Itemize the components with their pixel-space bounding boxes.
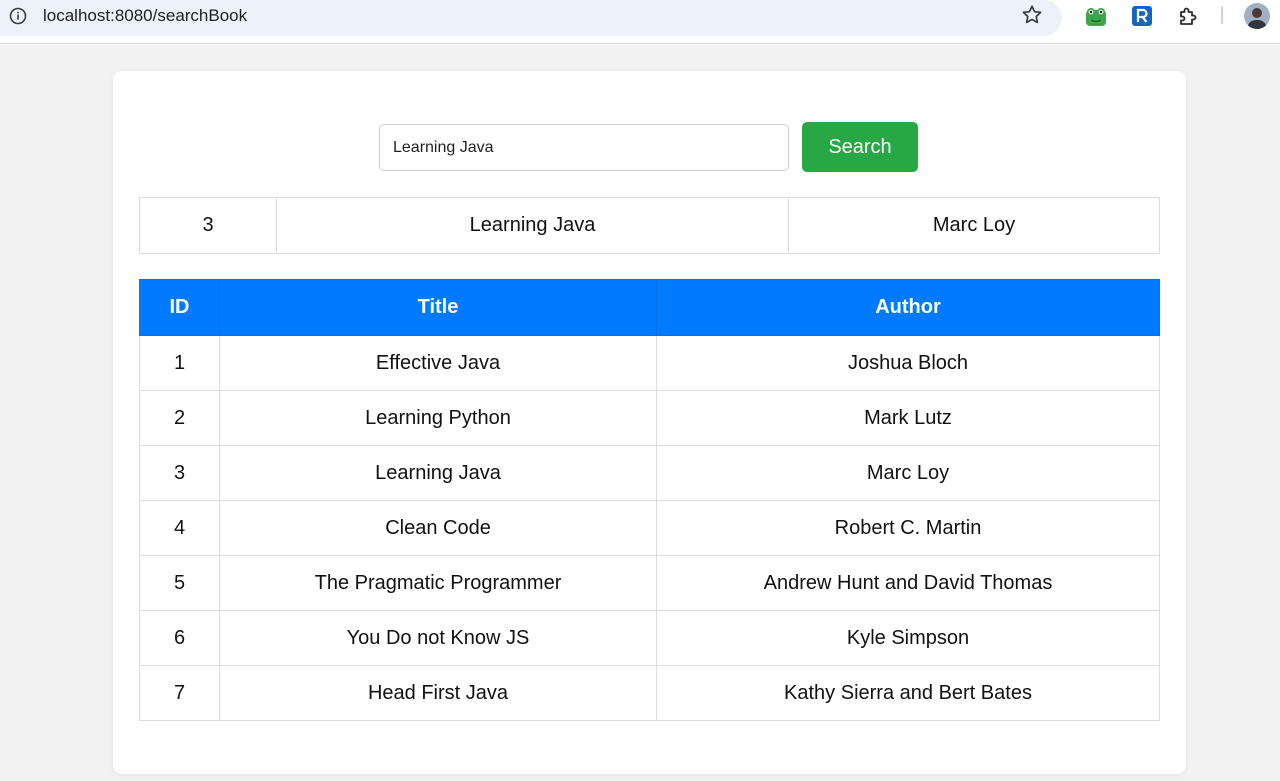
search-card: Search 3 Learning Java Marc Loy ID Title… (113, 71, 1186, 774)
table-row: 6 You Do not Know JS Kyle Simpson (139, 610, 1160, 666)
table-row: 5 The Pragmatic Programmer Andrew Hunt a… (139, 555, 1160, 611)
address-bar[interactable]: localhost:8080/searchBook (0, 0, 1062, 36)
site-info-icon[interactable] (9, 7, 27, 25)
cell-title: Effective Java (219, 335, 657, 391)
search-result-table: 3 Learning Java Marc Loy (139, 197, 1160, 254)
cell-id: 5 (139, 555, 220, 611)
bookmark-star-icon[interactable] (1020, 3, 1044, 27)
header-title: Title (219, 279, 657, 336)
cell-author: Mark Lutz (656, 390, 1160, 446)
result-title-cell: Learning Java (276, 197, 789, 254)
cell-title: The Pragmatic Programmer (219, 555, 657, 611)
cell-id: 7 (139, 665, 220, 721)
cell-title: You Do not Know JS (219, 610, 657, 666)
cell-id: 2 (139, 390, 220, 446)
toolbar-divider (1221, 6, 1223, 24)
profile-avatar[interactable] (1244, 3, 1270, 29)
browser-toolbar: localhost:8080/searchBook (0, 0, 1280, 44)
search-result-row: 3 Learning Java Marc Loy (139, 197, 1160, 254)
header-id: ID (139, 279, 220, 336)
table-row: 3 Learning Java Marc Loy (139, 445, 1160, 501)
result-author-cell: Marc Loy (788, 197, 1160, 254)
cell-author: Robert C. Martin (656, 500, 1160, 556)
cell-author: Kyle Simpson (656, 610, 1160, 666)
cell-title: Learning Java (219, 445, 657, 501)
cell-title: Head First Java (219, 665, 657, 721)
cell-id: 1 (139, 335, 220, 391)
table-row: 7 Head First Java Kathy Sierra and Bert … (139, 665, 1160, 721)
cell-id: 6 (139, 610, 220, 666)
cell-author: Marc Loy (656, 445, 1160, 501)
books-table: ID Title Author 1 Effective Java Joshua … (139, 279, 1160, 721)
header-author: Author (656, 279, 1160, 336)
search-button[interactable]: Search (802, 122, 918, 172)
url-text[interactable]: localhost:8080/searchBook (43, 6, 247, 26)
table-header-row: ID Title Author (139, 279, 1160, 336)
table-row: 4 Clean Code Robert C. Martin (139, 500, 1160, 556)
cell-title: Clean Code (219, 500, 657, 556)
cell-title: Learning Python (219, 390, 657, 446)
cell-author: Joshua Bloch (656, 335, 1160, 391)
r-extension-icon[interactable] (1130, 4, 1154, 28)
cell-author: Andrew Hunt and David Thomas (656, 555, 1160, 611)
table-row: 2 Learning Python Mark Lutz (139, 390, 1160, 446)
result-id-cell: 3 (139, 197, 277, 254)
extensions-puzzle-icon[interactable] (1176, 4, 1200, 28)
frog-extension-icon[interactable] (1084, 4, 1108, 28)
cell-id: 4 (139, 500, 220, 556)
cell-id: 3 (139, 445, 220, 501)
table-row: 1 Effective Java Joshua Bloch (139, 335, 1160, 391)
cell-author: Kathy Sierra and Bert Bates (656, 665, 1160, 721)
search-input[interactable] (379, 124, 789, 171)
